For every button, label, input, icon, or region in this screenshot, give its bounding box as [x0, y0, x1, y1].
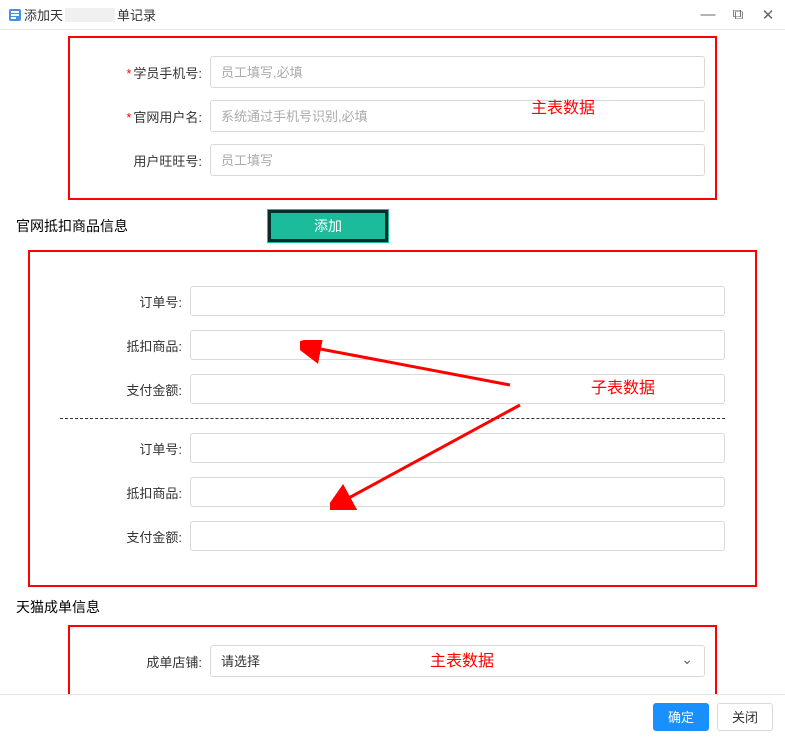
row-amount-1: 支付金额:	[40, 521, 745, 551]
minimize-icon[interactable]: —	[699, 6, 717, 23]
input-amount-0[interactable]	[190, 374, 725, 404]
footer-bar: 确定 关闭	[0, 694, 785, 738]
row-product-1: 抵扣商品:	[40, 477, 745, 507]
input-phone[interactable]	[210, 56, 705, 88]
sub-divider	[60, 418, 725, 419]
label-shop: 成单店铺:	[80, 652, 210, 671]
input-amount-1[interactable]	[190, 521, 725, 551]
cancel-button[interactable]: 关闭	[717, 703, 773, 731]
row-product-0: 抵扣商品:	[40, 330, 745, 360]
label-product-0: 抵扣商品:	[40, 336, 190, 355]
label-phone: *学员手机号:	[80, 63, 210, 82]
app-icon	[8, 8, 22, 22]
row-phone: *学员手机号:	[80, 56, 705, 88]
window-title-suffix: 单记录	[117, 5, 156, 24]
input-wangwang[interactable]	[210, 144, 705, 176]
row-username: *官网用户名:	[80, 100, 705, 132]
input-order-1[interactable]	[190, 433, 725, 463]
titlebar: 添加天 单记录 — ⧉ ✕	[0, 0, 785, 30]
row-order-0: 订单号:	[40, 286, 745, 316]
label-wangwang: 用户旺旺号:	[80, 151, 210, 170]
label-product-1: 抵扣商品:	[40, 483, 190, 502]
main-form-box: *学员手机号: *官网用户名: 用户旺旺号: 主表数据	[68, 36, 717, 200]
label-order-1: 订单号:	[40, 439, 190, 458]
input-product-0[interactable]	[190, 330, 725, 360]
add-button[interactable]: 添加	[268, 210, 388, 242]
title-redacted	[65, 8, 115, 22]
sub-table-box: 订单号: 抵扣商品: 支付金额: 订单号: 抵扣商品: 支付金额: 子表数据	[28, 250, 757, 587]
label-amount-1: 支付金额:	[40, 527, 190, 546]
label-amount-0: 支付金额:	[40, 380, 190, 399]
window-title-prefix: 添加天	[24, 5, 63, 24]
section-tmall-title: 天猫成单信息	[16, 597, 100, 617]
select-shop[interactable]: 请选择	[210, 645, 705, 677]
input-username[interactable]	[210, 100, 705, 132]
label-username: *官网用户名:	[80, 107, 210, 126]
maximize-icon[interactable]: ⧉	[729, 6, 747, 23]
row-amount-0: 支付金额:	[40, 374, 745, 404]
label-order-0: 订单号:	[40, 292, 190, 311]
tmall-form-box: 成单店铺: 请选择 主表数据	[68, 625, 717, 697]
input-product-1[interactable]	[190, 477, 725, 507]
close-icon[interactable]: ✕	[759, 6, 777, 24]
section-tmall-header: 天猫成单信息	[8, 597, 777, 617]
confirm-button[interactable]: 确定	[653, 703, 709, 731]
section-deduct-title: 官网抵扣商品信息	[16, 216, 128, 236]
row-wangwang: 用户旺旺号:	[80, 144, 705, 176]
input-order-0[interactable]	[190, 286, 725, 316]
section-deduct-header: 官网抵扣商品信息 添加	[8, 210, 777, 242]
row-order-1: 订单号:	[40, 433, 745, 463]
row-shop: 成单店铺: 请选择	[80, 645, 705, 677]
